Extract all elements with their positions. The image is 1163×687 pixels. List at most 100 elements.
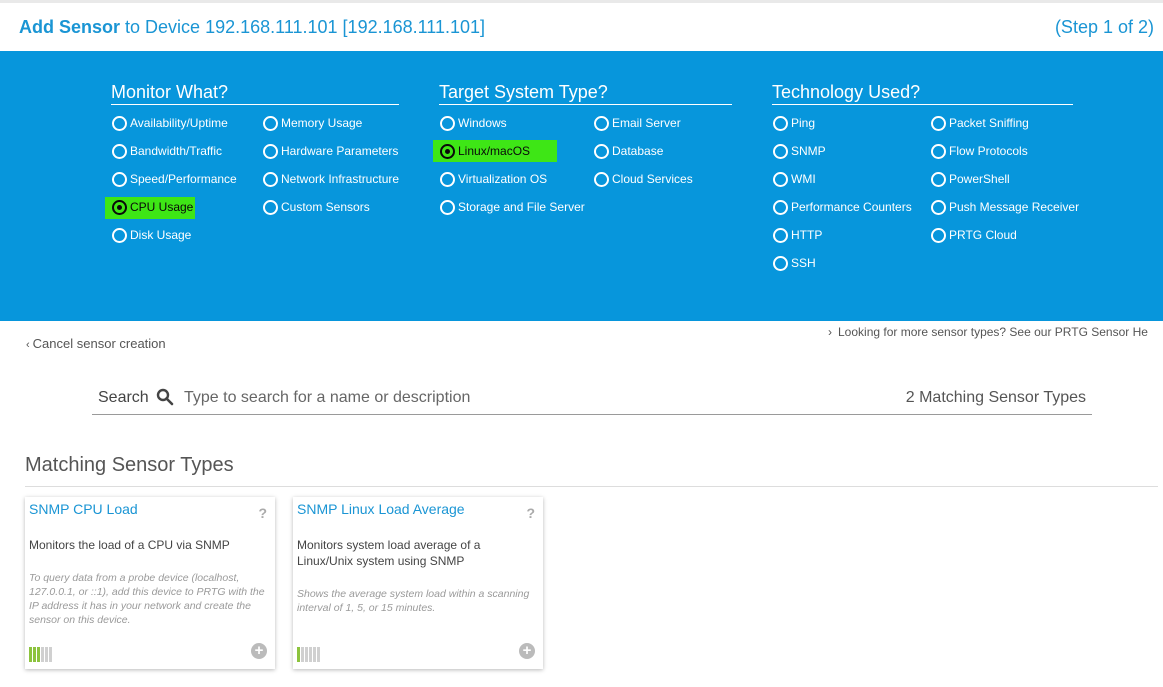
- option-packet-sniffing[interactable]: Packet Sniffing: [931, 113, 1029, 133]
- option-snmp[interactable]: SNMP: [773, 141, 826, 161]
- option-performance-counters[interactable]: Performance Counters: [773, 197, 912, 217]
- search-bar: Search 2 Matching Sensor Types: [92, 380, 1092, 415]
- add-sensor-icon[interactable]: +: [251, 643, 267, 659]
- perf-bar: [309, 647, 312, 662]
- radio-icon[interactable]: [773, 199, 788, 215]
- option-label: WMI: [791, 172, 816, 186]
- option-label: HTTP: [791, 228, 823, 242]
- radio-icon[interactable]: [263, 199, 278, 215]
- performance-impact-bars: [29, 647, 53, 662]
- card-note: To query data from a probe device (local…: [29, 572, 265, 626]
- option-label: SNMP: [791, 144, 826, 158]
- option-label: Packet Sniffing: [949, 116, 1029, 130]
- option-label: Speed/Performance: [130, 172, 237, 186]
- option-http[interactable]: HTTP: [773, 225, 822, 245]
- option-speed-performance[interactable]: Speed/Performance: [112, 169, 237, 189]
- radio-icon[interactable]: [773, 255, 788, 271]
- option-cpu-usage[interactable]: CPU Usage: [112, 197, 193, 217]
- radio-icon[interactable]: [773, 143, 788, 159]
- option-ssh[interactable]: SSH: [773, 253, 816, 273]
- option-powershell[interactable]: PowerShell: [931, 169, 1010, 189]
- search-input[interactable]: [184, 384, 834, 412]
- cancel-label: Cancel sensor creation: [32, 336, 166, 351]
- results-title: Matching Sensor Types: [25, 454, 234, 476]
- option-virtualization-os[interactable]: Virtualization OS: [440, 169, 547, 189]
- option-prtg-cloud[interactable]: PRTG Cloud: [931, 225, 1017, 245]
- card-title[interactable]: SNMP Linux Load Average: [297, 501, 465, 517]
- radio-icon[interactable]: [112, 143, 127, 159]
- card-description: Monitors the load of a CPU via SNMP: [29, 538, 230, 552]
- filter-panel: Monitor What? Availability/Uptime Bandwi…: [0, 51, 1163, 321]
- option-availability-uptime[interactable]: Availability/Uptime: [112, 113, 228, 133]
- radio-icon[interactable]: [773, 171, 788, 187]
- perf-bar: [37, 647, 40, 662]
- radio-icon[interactable]: [263, 143, 278, 159]
- perf-bar: [317, 647, 320, 662]
- option-label: Availability/Uptime: [130, 116, 228, 130]
- option-ping[interactable]: Ping: [773, 113, 815, 133]
- option-network-infrastructure[interactable]: Network Infrastructure: [263, 169, 399, 189]
- option-label: Performance Counters: [791, 200, 912, 214]
- option-label: Hardware Parameters: [281, 144, 399, 158]
- option-label: Virtualization OS: [458, 172, 548, 186]
- perf-bar: [49, 647, 52, 662]
- option-custom-sensors[interactable]: Custom Sensors: [263, 197, 370, 217]
- help-icon[interactable]: ?: [258, 505, 267, 521]
- option-label: Push Message Receiver: [949, 200, 1080, 214]
- add-sensor-icon[interactable]: +: [519, 643, 535, 659]
- option-database[interactable]: Database: [594, 141, 663, 161]
- option-memory-usage[interactable]: Memory Usage: [263, 113, 362, 133]
- sensor-card-snmp-linux-load-average[interactable]: SNMP Linux Load Average ? Monitors syste…: [293, 497, 543, 669]
- radio-icon[interactable]: [931, 143, 946, 159]
- option-label: Email Server: [612, 116, 681, 130]
- radio-icon[interactable]: [773, 227, 788, 243]
- radio-icon[interactable]: [594, 143, 609, 159]
- radio-icon[interactable]: [594, 115, 609, 131]
- more-label: Looking for more sensor types? See our P…: [838, 325, 1148, 339]
- perf-bar: [313, 647, 316, 662]
- option-flow-protocols[interactable]: Flow Protocols: [931, 141, 1028, 161]
- option-cloud-services[interactable]: Cloud Services: [594, 169, 693, 189]
- option-label: Storage and File Server: [458, 200, 585, 214]
- option-hardware-parameters[interactable]: Hardware Parameters: [263, 141, 398, 161]
- card-title[interactable]: SNMP CPU Load: [29, 501, 138, 517]
- option-bandwidth-traffic[interactable]: Bandwidth/Traffic: [112, 141, 222, 161]
- option-wmi[interactable]: WMI: [773, 169, 816, 189]
- radio-icon[interactable]: [440, 171, 455, 187]
- option-linux-macos[interactable]: Linux/macOS: [440, 141, 530, 161]
- radio-icon[interactable]: [263, 115, 278, 131]
- radio-icon[interactable]: [263, 171, 278, 187]
- option-label: Database: [612, 144, 664, 158]
- radio-icon[interactable]: [931, 171, 946, 187]
- radio-icon[interactable]: [112, 227, 127, 243]
- search-icon[interactable]: [156, 388, 174, 406]
- more-sensor-types-link[interactable]: › Looking for more sensor types? See our …: [828, 325, 1148, 339]
- help-icon[interactable]: ?: [526, 505, 535, 521]
- sensor-card-snmp-cpu-load[interactable]: SNMP CPU Load ? Monitors the load of a C…: [25, 497, 275, 669]
- option-label: SSH: [791, 256, 816, 270]
- radio-icon[interactable]: [594, 171, 609, 187]
- option-windows[interactable]: Windows: [440, 113, 507, 133]
- cancel-sensor-creation-link[interactable]: ‹ Cancel sensor creation: [26, 336, 166, 351]
- technology-rule: [772, 104, 1073, 105]
- radio-icon[interactable]: [931, 115, 946, 131]
- option-disk-usage[interactable]: Disk Usage: [112, 225, 191, 245]
- card-description: Monitors system load average of a Linux/…: [297, 538, 481, 568]
- count-value: 2: [905, 389, 915, 406]
- radio-icon[interactable]: [440, 199, 455, 215]
- radio-icon[interactable]: [440, 115, 455, 131]
- radio-icon[interactable]: [773, 115, 788, 131]
- target-system-title: Target System Type?: [439, 82, 608, 102]
- radio-icon[interactable]: [112, 171, 127, 187]
- option-storage-file-server[interactable]: Storage and File Server: [440, 197, 585, 217]
- option-label: Network Infrastructure: [281, 172, 400, 186]
- radio-icon[interactable]: [931, 199, 946, 215]
- option-push-message-receiver[interactable]: Push Message Receiver: [931, 197, 1079, 217]
- radio-icon[interactable]: [112, 115, 127, 131]
- option-email-server[interactable]: Email Server: [594, 113, 681, 133]
- radio-selected-icon[interactable]: [440, 143, 455, 159]
- option-label: Flow Protocols: [949, 144, 1028, 158]
- radio-selected-icon[interactable]: [112, 199, 127, 215]
- step-indicator: (Step 1 of 2): [1054, 17, 1154, 37]
- radio-icon[interactable]: [931, 227, 946, 243]
